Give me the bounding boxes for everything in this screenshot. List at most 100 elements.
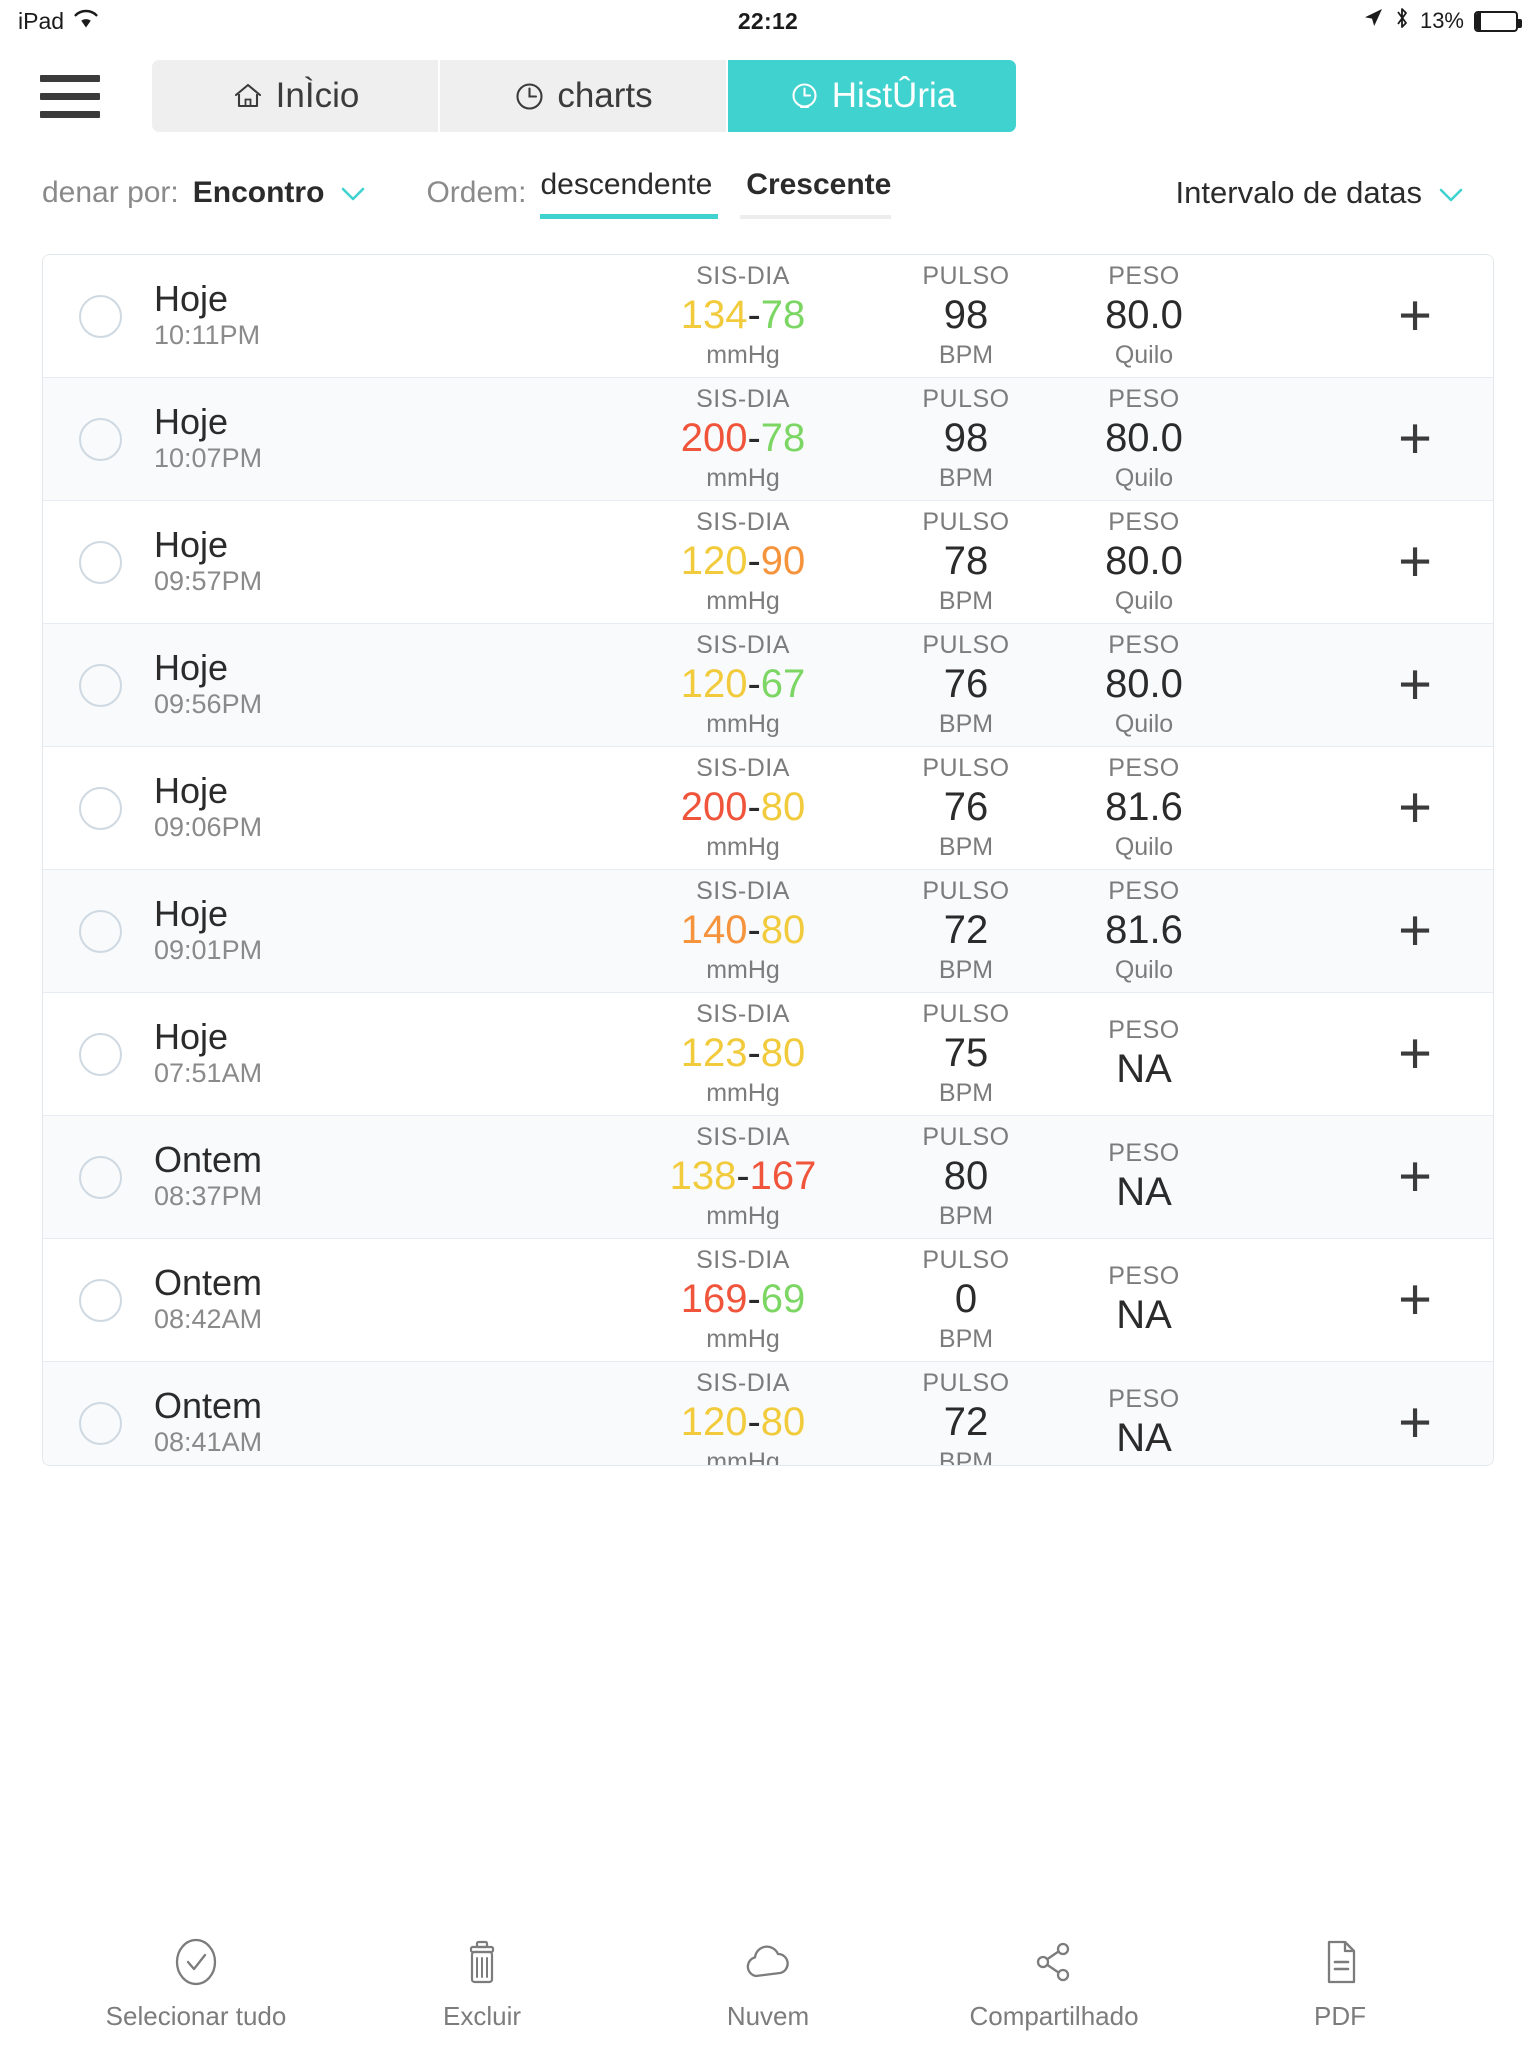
tab-inicio[interactable]: InÌcio — [152, 60, 440, 132]
pulse-header: PULSO — [922, 1123, 1010, 1152]
record-time: 10:07PM — [154, 443, 263, 474]
date-range-control[interactable]: Intervalo de datas — [1176, 175, 1494, 211]
weight-cell: PESO 80.0 Quilo — [1064, 507, 1224, 617]
row-select-radio[interactable] — [79, 540, 122, 584]
add-record-button[interactable]: + — [1367, 779, 1463, 837]
weight-header: PESO — [1108, 1261, 1180, 1290]
add-record-button[interactable]: + — [1367, 287, 1463, 345]
add-record-button[interactable]: + — [1367, 902, 1463, 960]
add-record-button[interactable]: + — [1367, 1271, 1463, 1329]
table-row[interactable]: Ontem 08:42AM SIS-DIA 169-69 mmHg PULSO 0 BPM PE… — [43, 1239, 1493, 1362]
systolic-value: 200 — [680, 785, 748, 830]
row-select-radio[interactable] — [79, 417, 122, 461]
row-select-radio[interactable] — [79, 1401, 122, 1445]
action-pdf[interactable]: PDF — [1240, 1936, 1440, 2032]
add-record-button[interactable]: + — [1367, 1148, 1463, 1206]
pulse-cell: PULSO 72 BPM — [892, 1368, 1040, 1465]
tab-charts[interactable]: charts — [440, 60, 728, 132]
record-datetime: Hoje 09:06PM — [154, 770, 484, 845]
record-datetime: Hoje 09:57PM — [154, 524, 484, 599]
record-day: Ontem — [154, 1261, 263, 1303]
action-cloud[interactable]: Nuvem — [668, 1936, 868, 2032]
table-row[interactable]: Hoje 07:51AM SIS-DIA 123-80 mmHg PULSO 75 BPM PE… — [43, 993, 1493, 1116]
order-option-descending[interactable]: descendente — [540, 168, 719, 219]
pulse-value: 75 — [943, 1031, 989, 1076]
table-row[interactable]: Hoje 09:06PM SIS-DIA 200-80 mmHg PULSO 76 BPM PE… — [43, 747, 1493, 870]
order-option-ascending[interactable]: Crescente — [740, 168, 892, 219]
record-time: 09:06PM — [154, 812, 263, 843]
row-select-radio[interactable] — [79, 909, 122, 953]
bp-header: SIS-DIA — [696, 1000, 790, 1029]
segmented-tab-control: InÌcio charts HistÛria — [152, 60, 1016, 132]
weight-value: 80.0 — [1105, 539, 1183, 584]
weight-value: NA — [1116, 1170, 1172, 1215]
record-datetime: Hoje 10:07PM — [154, 401, 484, 476]
action-label: Selecionar tudo — [105, 2001, 287, 2031]
table-row[interactable]: Ontem 08:41AM SIS-DIA 120-80 mmHg PULSO 72 BPM P… — [43, 1362, 1493, 1466]
pulse-header: PULSO — [922, 631, 1010, 660]
weight-header: PESO — [1108, 1138, 1180, 1167]
add-record-button[interactable]: + — [1367, 656, 1463, 714]
row-select-radio[interactable] — [79, 663, 122, 707]
trash-icon — [456, 1936, 508, 1988]
table-row[interactable]: Hoje 10:07PM SIS-DIA 200-78 mmHg PULSO 98 BPM PE… — [43, 378, 1493, 501]
bp-unit: mmHg — [706, 955, 780, 984]
pulse-unit: BPM — [938, 709, 994, 738]
weight-unit: Quilo — [1114, 832, 1174, 861]
bp-separator: - — [747, 785, 761, 830]
bp-header: SIS-DIA — [696, 385, 790, 414]
pulse-unit: BPM — [938, 586, 994, 615]
weight-value: 80.0 — [1105, 293, 1183, 338]
action-share[interactable]: Compartilhado — [954, 1936, 1154, 2032]
bp-unit: mmHg — [706, 1447, 780, 1466]
table-row[interactable]: Hoje 10:11PM SIS-DIA 134-78 mmHg PULSO 98 BPM PE… — [43, 255, 1493, 378]
row-select-radio[interactable] — [79, 786, 122, 830]
weight-header: PESO — [1108, 877, 1180, 906]
bp-value: 123-80 — [618, 1030, 868, 1077]
bp-separator: - — [747, 1031, 761, 1076]
pulse-unit: BPM — [938, 955, 994, 984]
add-record-button[interactable]: + — [1367, 1025, 1463, 1083]
action-select-all[interactable]: Selecionar tudo — [96, 1936, 296, 2032]
table-row[interactable]: Hoje 09:01PM SIS-DIA 140-80 mmHg PULSO 72 BPM PE… — [43, 870, 1493, 993]
action-delete[interactable]: Excluir — [382, 1936, 582, 2032]
sort-by-control[interactable]: denar por: Encontro — [42, 176, 368, 210]
order-label: Ordem: — [426, 176, 527, 209]
bp-header: SIS-DIA — [696, 631, 790, 660]
diastolic-value: 90 — [760, 539, 806, 584]
pulse-value: 98 — [943, 293, 989, 338]
add-record-button[interactable]: + — [1367, 410, 1463, 468]
systolic-value: 200 — [680, 416, 748, 461]
weight-unit: Quilo — [1114, 709, 1174, 738]
weight-value: NA — [1116, 1047, 1172, 1092]
row-select-radio[interactable] — [79, 1155, 122, 1199]
bp-unit: mmHg — [706, 586, 780, 615]
sort-by-value: Encontro — [192, 176, 325, 209]
tab-historia[interactable]: HistÛria — [728, 60, 1016, 132]
pulse-header: PULSO — [922, 1369, 1010, 1398]
chevron-down-icon[interactable] — [1436, 177, 1466, 213]
table-row[interactable]: Ontem 08:37PM SIS-DIA 138-167 mmHg PULSO 80 BPM… — [43, 1116, 1493, 1239]
pulse-value: 0 — [954, 1277, 978, 1322]
pulse-cell: PULSO 98 BPM — [892, 384, 1040, 494]
record-time: 09:01PM — [154, 935, 263, 966]
action-label: Excluir — [442, 2001, 521, 2031]
sort-by-label: denar por: — [42, 176, 179, 209]
add-record-button[interactable]: + — [1367, 533, 1463, 591]
chevron-down-icon[interactable] — [338, 178, 368, 212]
row-select-radio[interactable] — [79, 1278, 122, 1322]
table-row[interactable]: Hoje 09:56PM SIS-DIA 120-67 mmHg PULSO 76 BPM PE… — [43, 624, 1493, 747]
add-record-button[interactable]: + — [1367, 1394, 1463, 1452]
share-icon — [1028, 1936, 1080, 1988]
record-day: Ontem — [154, 1138, 263, 1180]
pulse-unit: BPM — [938, 463, 994, 492]
order-toggle: descendente Crescente — [540, 168, 892, 219]
row-select-radio[interactable] — [79, 294, 122, 338]
measurement-history-list[interactable]: Hoje 10:11PM SIS-DIA 134-78 mmHg PULSO 98 BPM PE… — [42, 254, 1494, 1466]
weight-header: PESO — [1108, 1015, 1180, 1044]
bp-header: SIS-DIA — [696, 1123, 790, 1152]
clock-icon — [513, 80, 546, 113]
row-select-radio[interactable] — [79, 1032, 122, 1076]
hamburger-menu-icon[interactable] — [40, 74, 100, 118]
table-row[interactable]: Hoje 09:57PM SIS-DIA 120-90 mmHg PULSO 78 BPM PE… — [43, 501, 1493, 624]
